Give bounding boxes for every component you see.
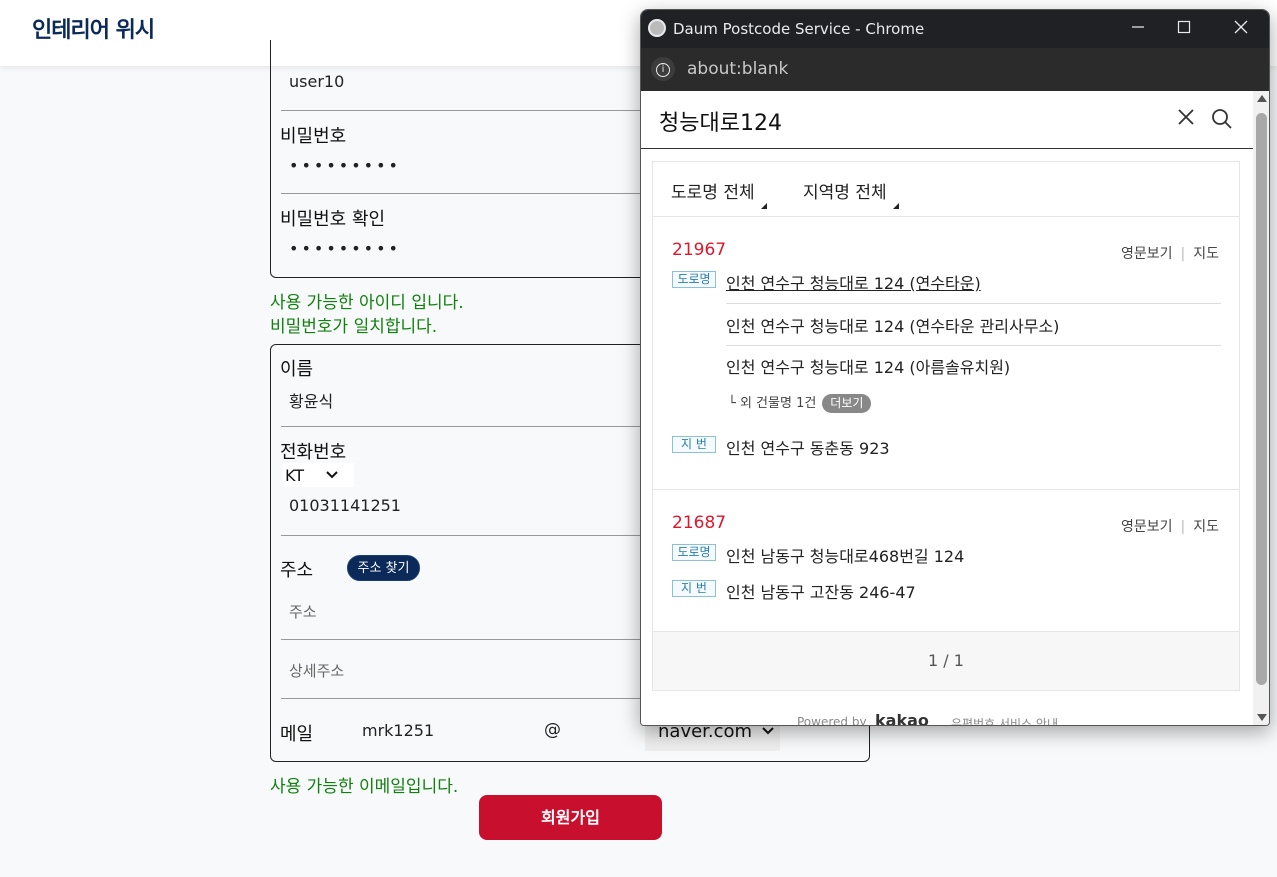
address-search-button[interactable]: 주소 찾기 xyxy=(347,555,420,581)
close-icon[interactable] xyxy=(1226,16,1256,42)
scroll-thumb[interactable] xyxy=(1256,113,1267,685)
result-links: 영문보기 | 지도 xyxy=(1120,519,1219,535)
road-address[interactable]: 인천 남동구 청능대로468번길 124 xyxy=(726,543,964,567)
chevron-down-icon xyxy=(762,724,774,738)
password-field[interactable]: ••••••••• xyxy=(289,156,401,175)
english-view-link[interactable]: 영문보기 xyxy=(1121,519,1173,535)
scroll-up-arrow[interactable] xyxy=(1257,95,1267,102)
user-id-field[interactable]: user10 xyxy=(289,72,344,91)
chevron-down-icon xyxy=(326,468,338,482)
search-bar: 청능대로124 xyxy=(641,91,1253,149)
jibun-tag: 지 번 xyxy=(672,580,716,597)
carrier-select[interactable]: KT xyxy=(283,463,354,487)
globe-icon xyxy=(648,19,666,37)
postcode-content: 청능대로124 도로명 전체 지역명 전체 21967 영문보기 | 지도 도로… xyxy=(641,91,1253,726)
postcode-popup-window: Daum Postcode Service - Chrome i about:b… xyxy=(640,9,1270,726)
kakao-logo: kakao xyxy=(875,711,929,726)
pagination: 1 / 1 xyxy=(653,632,1239,690)
result-links: 영문보기 | 지도 xyxy=(1120,246,1219,262)
search-input[interactable]: 청능대로124 xyxy=(659,105,782,137)
email-id-field[interactable]: mrk1251 xyxy=(362,721,434,740)
road-name-tag: 도로명 xyxy=(672,544,716,561)
divider xyxy=(281,639,661,640)
powered-by-text: Powered by xyxy=(797,715,867,726)
phone-label: 전화번호 xyxy=(280,442,347,463)
jibun-tag: 지 번 xyxy=(672,436,716,453)
results-panel: 도로명 전체 지역명 전체 21967 영문보기 | 지도 도로명 인천 연수구 청… xyxy=(652,161,1240,691)
url-text: about:blank xyxy=(687,59,789,79)
english-view-link[interactable]: 영문보기 xyxy=(1121,246,1173,262)
email-label: 메일 xyxy=(280,724,314,745)
divider xyxy=(281,193,661,194)
divider xyxy=(281,698,661,699)
road-address[interactable]: 인천 연수구 청능대로 124 (연수타운 관리사무소) xyxy=(726,313,1059,337)
minimize-icon[interactable] xyxy=(1123,16,1153,42)
password-confirm-field[interactable]: ••••••••• xyxy=(289,239,401,258)
divider xyxy=(281,110,661,111)
maximize-icon[interactable] xyxy=(1169,16,1199,42)
signup-button[interactable]: 회원가입 xyxy=(479,795,662,840)
jibun-address[interactable]: 인천 연수구 동춘동 923 xyxy=(726,435,890,459)
filter-bar: 도로명 전체 지역명 전체 xyxy=(653,162,1239,217)
scrollbar[interactable] xyxy=(1253,91,1269,725)
service-guide-link[interactable]: 우편번호 서비스 안내 xyxy=(951,715,1058,725)
carrier-value: KT xyxy=(285,465,305,485)
divider xyxy=(281,426,661,427)
footer: Powered by kakao 우편번호 서비스 안내 xyxy=(641,711,1253,726)
road-name-tag: 도로명 xyxy=(672,271,716,288)
name-label: 이름 xyxy=(280,359,314,380)
address-field[interactable]: 주소 xyxy=(289,601,317,622)
divider xyxy=(726,345,1221,346)
password-confirm-label: 비밀번호 확인 xyxy=(280,209,386,230)
email-available-message: 사용 가능한 이메일입니다. xyxy=(270,777,459,797)
phone-field[interactable]: 01031141251 xyxy=(289,496,401,515)
road-address[interactable]: 인천 연수구 청능대로 124 (연수타운) xyxy=(726,270,981,294)
window-titlebar[interactable]: Daum Postcode Service - Chrome xyxy=(641,10,1269,48)
address-label: 주소 xyxy=(280,560,314,581)
road-address[interactable]: 인천 연수구 청능대로 124 (아름솔유치원) xyxy=(726,354,1010,378)
zip-code[interactable]: 21967 xyxy=(672,240,726,260)
filter-road-name[interactable]: 도로명 전체 xyxy=(671,178,767,209)
divider xyxy=(726,303,1221,304)
map-link[interactable]: 지도 xyxy=(1193,246,1219,262)
divider xyxy=(281,535,661,536)
more-button[interactable]: 더보기 xyxy=(822,394,872,413)
filter-region-name[interactable]: 지역명 전체 xyxy=(803,178,899,209)
more-buildings: └ 외 건물명 1건 더보기 xyxy=(728,392,872,413)
scroll-down-arrow[interactable] xyxy=(1257,714,1267,721)
name-field[interactable]: 황윤식 xyxy=(289,388,333,412)
site-logo[interactable]: 인테리어 위시 xyxy=(32,12,155,44)
clear-icon[interactable] xyxy=(1177,107,1195,132)
result-item: 21687 영문보기 | 지도 도로명 인천 남동구 청능대로468번길 124 지… xyxy=(653,490,1239,632)
result-item: 21967 영문보기 | 지도 도로명 인천 연수구 청능대로 124 (연수타운)… xyxy=(653,217,1239,490)
email-at-sign: @ xyxy=(544,720,561,740)
map-link[interactable]: 지도 xyxy=(1193,519,1219,535)
jibun-address[interactable]: 인천 남동구 고잔동 246-47 xyxy=(726,579,916,603)
window-title: Daum Postcode Service - Chrome xyxy=(673,20,925,38)
detail-address-field[interactable]: 상세주소 xyxy=(289,660,344,681)
search-icon[interactable] xyxy=(1211,108,1232,129)
id-available-message: 사용 가능한 아이디 입니다. xyxy=(270,293,464,313)
info-icon[interactable]: i xyxy=(651,57,675,81)
password-match-message: 비밀번호가 일치합니다. xyxy=(270,317,438,337)
password-label: 비밀번호 xyxy=(280,126,347,147)
address-bar[interactable]: i about:blank xyxy=(641,48,1269,91)
zip-code[interactable]: 21687 xyxy=(672,513,726,533)
